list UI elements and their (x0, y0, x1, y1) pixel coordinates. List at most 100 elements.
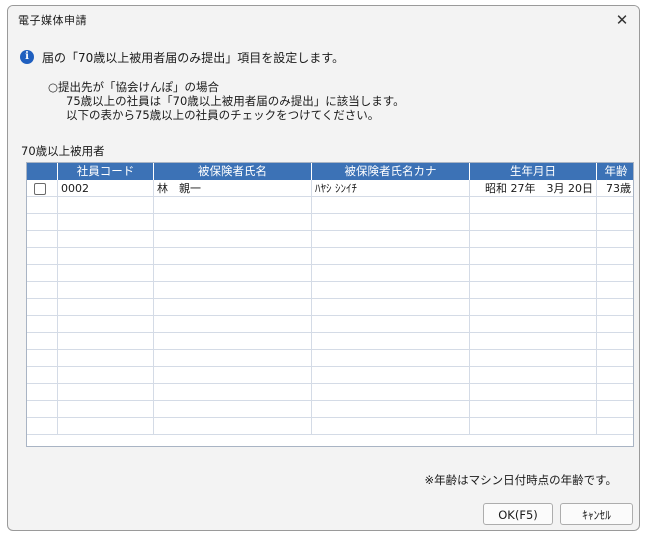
cell-age: 73歳 (606, 182, 631, 195)
column-divider (57, 231, 58, 247)
info-message: 届の「70歳以上被用者届のみ提出」項目を設定します。 (42, 51, 345, 65)
table-header: 社員コード 被保険者氏名 被保険者氏名カナ 生年月日 年齢 (27, 163, 633, 180)
column-divider (596, 367, 597, 383)
column-divider (311, 316, 312, 332)
column-divider (596, 401, 597, 417)
column-divider (153, 231, 154, 247)
column-divider (469, 333, 470, 349)
column-divider (153, 197, 154, 213)
note-line-3: 以下の表から75歳以上の社員のチェックをつけてください。 (66, 108, 380, 122)
column-divider (311, 401, 312, 417)
dialog-window: 電子媒体申請 ✕ i 届の「70歳以上被用者届のみ提出」項目を設定します。 ○提… (7, 5, 640, 531)
column-divider (153, 282, 154, 298)
column-divider (311, 197, 312, 213)
column-divider (311, 248, 312, 264)
column-divider (596, 248, 597, 264)
table-row[interactable] (27, 316, 633, 333)
table-row[interactable] (27, 384, 633, 401)
column-divider (153, 299, 154, 315)
cell-name: 林 親一 (157, 182, 201, 195)
note-line-2: 75歳以上の社員は「70歳以上被用者届のみ提出」に該当します。 (66, 94, 405, 108)
table-row[interactable] (27, 418, 633, 435)
window-title: 電子媒体申請 (18, 14, 87, 27)
column-divider (596, 384, 597, 400)
column-divider (311, 350, 312, 366)
row-checkbox[interactable] (34, 183, 46, 195)
column-divider (311, 299, 312, 315)
column-divider (57, 197, 58, 213)
column-divider (57, 384, 58, 400)
column-divider (596, 418, 597, 434)
column-divider (596, 197, 597, 213)
table-row[interactable] (27, 401, 633, 418)
cell-kana: ﾊﾔｼ ｼﾝｲﾁ (315, 182, 357, 195)
column-divider (153, 316, 154, 332)
employee-table: 社員コード 被保険者氏名 被保険者氏名カナ 生年月日 年齢 0002 林 親一 ﾊﾔ… (26, 162, 634, 447)
column-divider (596, 299, 597, 315)
column-divider (57, 316, 58, 332)
column-divider (311, 333, 312, 349)
close-icon[interactable]: ✕ (605, 6, 639, 34)
column-divider (596, 231, 597, 247)
table-row[interactable] (27, 248, 633, 265)
column-divider (57, 248, 58, 264)
column-divider (469, 265, 470, 281)
column-divider (311, 214, 312, 230)
table-row[interactable] (27, 265, 633, 282)
table-row[interactable] (27, 282, 633, 299)
column-divider (469, 197, 470, 213)
column-divider (469, 248, 470, 264)
column-divider (153, 367, 154, 383)
column-divider (469, 299, 470, 315)
column-divider (57, 265, 58, 281)
column-divider (596, 265, 597, 281)
ok-button[interactable]: OK(F5) (483, 503, 553, 525)
column-divider (153, 401, 154, 417)
table-row[interactable]: 0002 林 親一 ﾊﾔｼ ｼﾝｲﾁ 昭和 27年 3月 20日 73歳 (27, 180, 633, 197)
column-divider (57, 214, 58, 230)
table-row[interactable] (27, 350, 633, 367)
column-divider (469, 367, 470, 383)
column-divider (153, 248, 154, 264)
column-divider (153, 384, 154, 400)
column-divider (57, 299, 58, 315)
column-divider (311, 367, 312, 383)
column-divider (311, 282, 312, 298)
column-divider (153, 333, 154, 349)
column-divider (153, 418, 154, 434)
header-age: 年齢 (604, 164, 628, 178)
header-birth-date: 生年月日 (470, 163, 597, 180)
column-divider (311, 418, 312, 434)
table-row[interactable] (27, 214, 633, 231)
column-divider (596, 350, 597, 366)
table-row[interactable] (27, 197, 633, 214)
info-icon: i (20, 50, 34, 64)
column-divider (57, 333, 58, 349)
column-divider (469, 418, 470, 434)
column-divider (596, 333, 597, 349)
column-divider (596, 316, 597, 332)
header-insured-kana: 被保険者氏名カナ (312, 163, 470, 180)
table-row[interactable] (27, 299, 633, 316)
column-divider (57, 401, 58, 417)
column-divider (311, 384, 312, 400)
table-row[interactable] (27, 333, 633, 350)
column-divider (469, 282, 470, 298)
column-divider (57, 367, 58, 383)
column-divider (311, 231, 312, 247)
section-label: 70歳以上被用者 (21, 144, 105, 158)
table-row[interactable] (27, 231, 633, 248)
column-divider (469, 401, 470, 417)
column-divider (596, 214, 597, 230)
title-bar: 電子媒体申請 ✕ (8, 6, 639, 34)
header-employee-code: 社員コード (58, 163, 154, 180)
cancel-button[interactable]: ｷｬﾝｾﾙ (560, 503, 633, 525)
header-check (27, 163, 58, 180)
footnote: ※年齢はマシン日付時点の年齢です。 (424, 473, 617, 487)
table-row[interactable] (27, 367, 633, 384)
column-divider (153, 350, 154, 366)
column-divider (153, 214, 154, 230)
note-line-1: ○提出先が「協会けんぽ」の場合 (48, 80, 220, 94)
column-divider (57, 350, 58, 366)
column-divider (469, 350, 470, 366)
